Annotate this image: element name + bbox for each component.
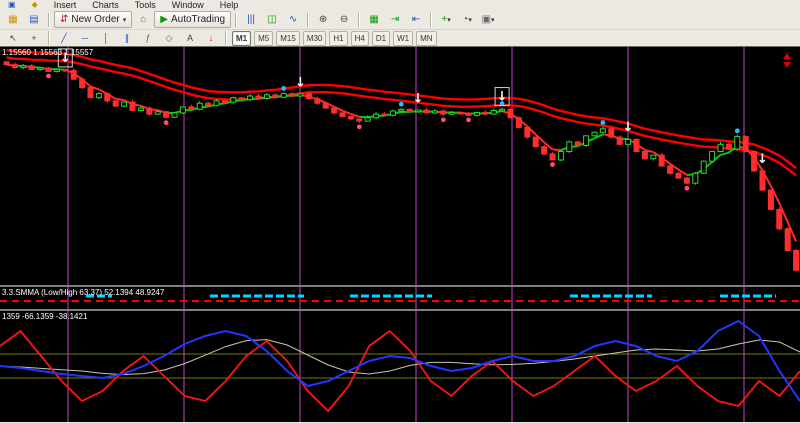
indicators-button[interactable]: +▾ — [436, 11, 456, 28]
timeframe-w1[interactable]: W1 — [393, 31, 413, 46]
zoom-out-button[interactable]: ⊖ — [334, 11, 354, 28]
zoom-in-button[interactable]: ⊕ — [313, 11, 333, 28]
crosshair-icon: + — [31, 33, 36, 43]
templates-button[interactable]: ▣▾ — [478, 11, 498, 28]
periods-button[interactable]: ◔▾ — [457, 11, 477, 28]
toolbar-separator — [225, 31, 227, 45]
window-icon: ▣ — [8, 0, 16, 10]
price-chart-panel: 1.15560 1.15563 1.15557 ↓↓↓↓↓↓ — [0, 47, 800, 285]
standard-toolbar: ▦ ▤ ⇵ New Order ▾ ⌂ ▶ AutoTrading ||| ◫ … — [0, 10, 800, 30]
autotrading-button[interactable]: ▶ AutoTrading — [154, 11, 231, 28]
toolbar-separator — [430, 13, 432, 27]
candlestick-icon: ◫ — [267, 14, 276, 25]
shapes-button[interactable]: ◇ — [159, 30, 179, 47]
candlestick-chart-button[interactable]: ◫ — [262, 11, 282, 28]
timeframe-m15[interactable]: M15 — [276, 31, 300, 46]
new-order-label: New Order — [71, 14, 119, 25]
auto-scroll-icon: ⇥ — [391, 14, 399, 25]
chevron-down-icon: ▾ — [491, 17, 495, 24]
expert-advisors-button[interactable]: ⌂ — [133, 11, 153, 28]
tile-windows-button[interactable]: ▦ — [364, 11, 384, 28]
trendline-button[interactable]: ╱ — [54, 30, 74, 47]
vertical-line-button[interactable]: │ — [96, 30, 116, 47]
text-icon: A — [187, 33, 193, 43]
chart-shift-button[interactable]: ⇤ — [406, 11, 426, 28]
chevron-down-icon: ▾ — [447, 17, 451, 24]
profiles-icon: ▤ — [29, 14, 38, 25]
line-chart-icon: ∿ — [289, 14, 297, 25]
timeframe-m30[interactable]: M30 — [303, 31, 327, 46]
channel-button[interactable]: ∥ — [117, 30, 137, 47]
menu-charts[interactable]: Charts — [92, 0, 119, 10]
arrow-stamp-icon: ↓ — [209, 33, 214, 43]
toolbar-separator — [48, 13, 50, 27]
timeframe-d1[interactable]: D1 — [372, 31, 390, 46]
cursor-icon: ↖ — [9, 33, 17, 43]
zoom-out-icon: ⊖ — [340, 14, 348, 25]
zoom-in-icon: ⊕ — [319, 14, 327, 25]
line-studies-toolbar: ↖ + ╱ ─ │ ∥ ƒ ◇ A ↓ M1 M5 M15 M30 H1 H4 … — [0, 30, 800, 47]
menu-tools[interactable]: Tools — [135, 0, 156, 10]
toolbar-separator — [235, 13, 237, 27]
menu-help[interactable]: Help — [220, 0, 239, 10]
smma-indicator-chart[interactable] — [0, 287, 800, 309]
vertical-line-icon: │ — [103, 33, 109, 43]
chart-shift-icon: ⇤ — [412, 14, 420, 25]
svg-text:↓: ↓ — [413, 91, 424, 106]
svg-text:↓: ↓ — [623, 120, 634, 135]
crosshair-button[interactable]: + — [24, 30, 44, 47]
autotrading-play-icon: ▶ — [160, 14, 168, 25]
timeframe-m1[interactable]: M1 — [232, 31, 251, 46]
trendline-icon: ╱ — [61, 33, 66, 43]
new-order-icon: ⇵ — [60, 14, 68, 25]
timeframe-m5[interactable]: M5 — [254, 31, 273, 46]
channel-icon: ∥ — [125, 33, 130, 43]
timeframe-mn[interactable]: MN — [416, 31, 436, 46]
menu-insert[interactable]: Insert — [54, 0, 77, 10]
expert-advisors-icon: ⌂ — [140, 14, 146, 25]
fibonacci-button[interactable]: ƒ — [138, 30, 158, 47]
oscillator-indicator-panel: 1359 -66.1359 -38.1421 — [0, 309, 800, 422]
template-icon: ▣ — [482, 14, 491, 25]
timeframe-h4[interactable]: H4 — [351, 31, 369, 46]
bar-chart-button[interactable]: ||| — [241, 11, 261, 28]
autotrading-label: AutoTrading — [171, 14, 225, 25]
svg-text:↓: ↓ — [757, 152, 768, 167]
smma-indicator-panel: 3.3.SMMA (Low/High 63.37) 52.1394 48.924… — [0, 285, 800, 309]
mt4-window: ▣ ◆ Insert Charts Tools Window Help ▦ ▤ … — [0, 0, 800, 423]
fibonacci-icon: ƒ — [145, 33, 150, 43]
chevron-down-icon: ▾ — [468, 17, 472, 24]
svg-text:↓: ↓ — [497, 90, 508, 105]
menu-bar: ▣ ◆ Insert Charts Tools Window Help — [0, 0, 800, 10]
bar-chart-icon: ||| — [247, 14, 255, 25]
horizontal-line-button[interactable]: ─ — [75, 30, 95, 47]
toolbar-separator — [307, 13, 309, 27]
cursor-button[interactable]: ↖ — [3, 30, 23, 47]
svg-text:↓: ↓ — [60, 51, 71, 66]
arrows-tool-button[interactable]: ↓ — [201, 30, 221, 47]
toolbar-separator — [48, 31, 50, 45]
new-chart-icon: ▦ — [8, 14, 17, 25]
timeframe-h1[interactable]: H1 — [329, 31, 347, 46]
profiles-button[interactable]: ▤ — [24, 11, 44, 28]
tile-windows-icon: ▦ — [369, 14, 378, 25]
chevron-down-icon: ▾ — [123, 16, 127, 24]
oscillator-indicator-chart[interactable] — [0, 311, 800, 422]
horizontal-line-icon: ─ — [82, 33, 88, 43]
chart-mini-icon: ◆ — [32, 0, 38, 10]
new-order-button[interactable]: ⇵ New Order ▾ — [54, 11, 132, 28]
new-chart-button[interactable]: ▦ — [3, 11, 23, 28]
main-price-chart[interactable]: ↓ ↓ ↓ ↓ ↓ ↓ — [0, 47, 800, 285]
toolbar-separator — [358, 13, 360, 27]
svg-text:↓: ↓ — [295, 75, 306, 90]
text-tool-button[interactable]: A — [180, 30, 200, 47]
shapes-icon: ◇ — [166, 33, 173, 43]
auto-scroll-button[interactable]: ⇥ — [385, 11, 405, 28]
line-chart-button[interactable]: ∿ — [283, 11, 303, 28]
menu-window[interactable]: Window — [172, 0, 204, 10]
